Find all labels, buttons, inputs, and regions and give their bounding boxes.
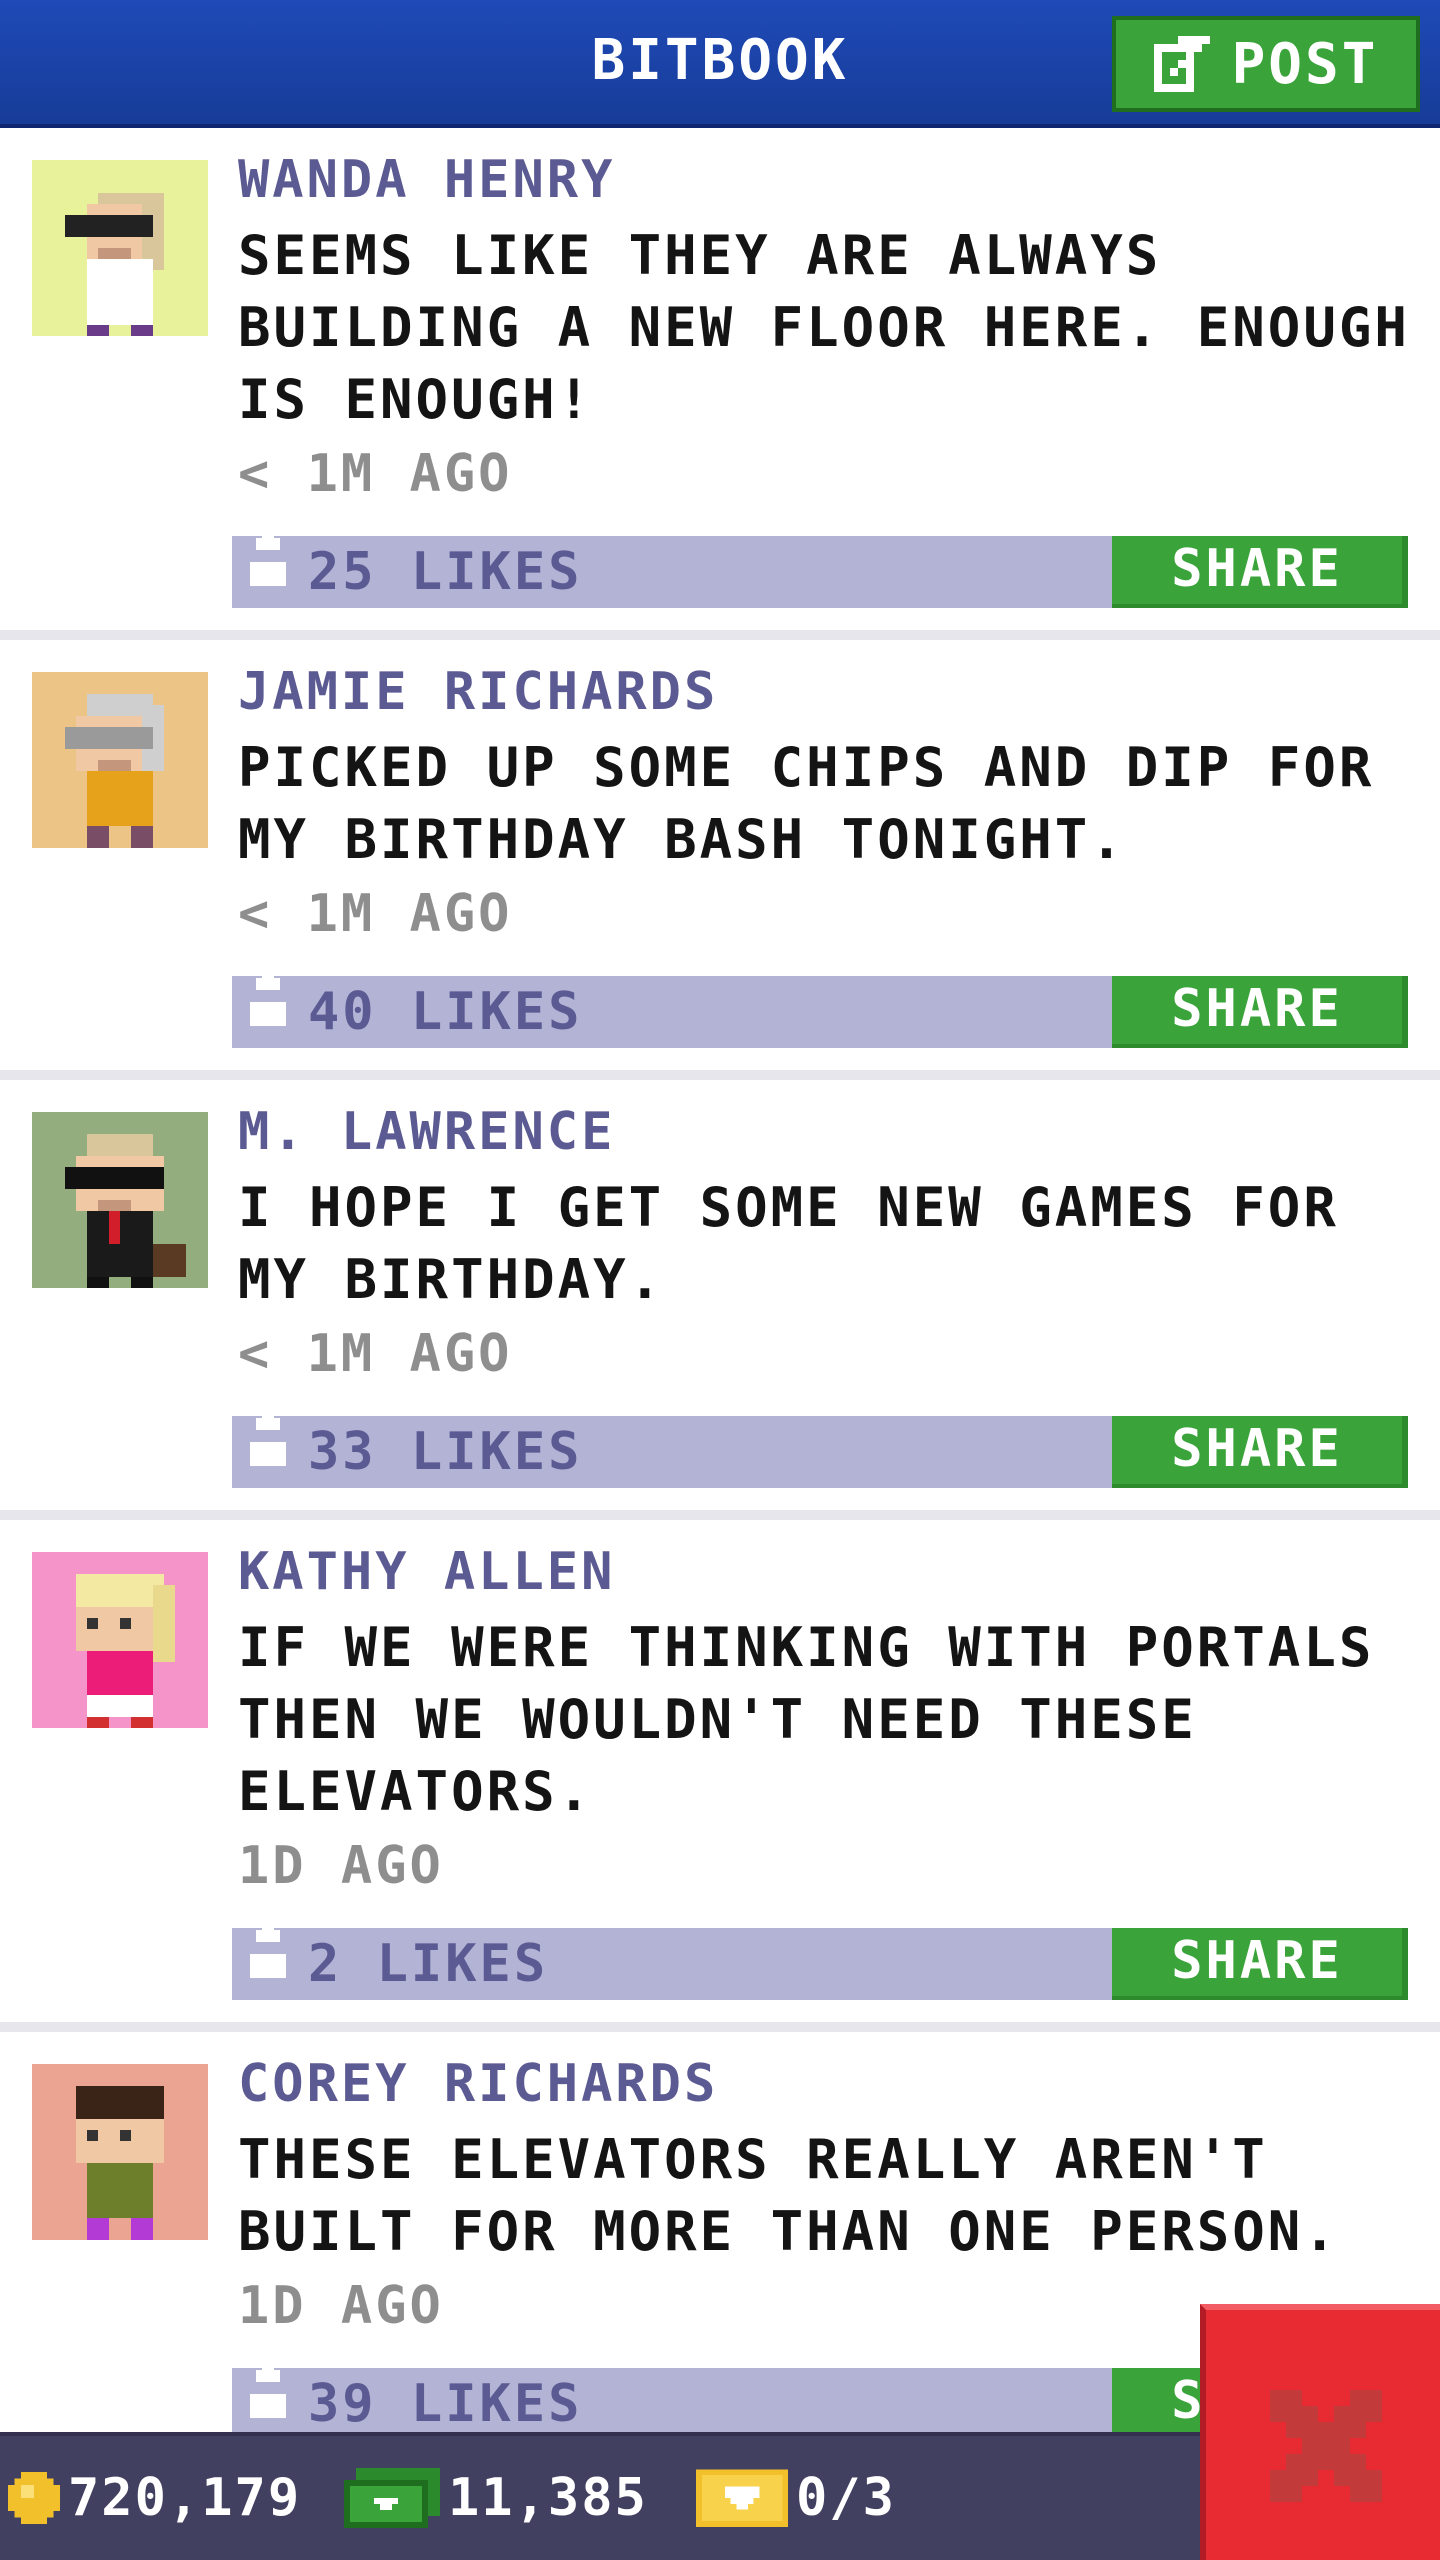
likes-count: 33 LIKES (308, 1422, 583, 1482)
likes-bar: 2 LIKES SHARE (232, 1918, 1408, 2000)
post-message: I HOPE I GET SOME NEW GAMES FOR MY BIRTH… (238, 1176, 1339, 1311)
share-button[interactable]: SHARE (1112, 536, 1408, 608)
post-message: PICKED UP SOME CHIPS AND DIP FOR MY BIRT… (238, 736, 1375, 871)
post-time: < 1M AGO (238, 1324, 513, 1384)
post-author[interactable]: KATHY ALLEN (238, 1542, 615, 1602)
close-icon (1270, 2390, 1382, 2502)
thumbs-up-icon[interactable] (250, 1404, 286, 1480)
coins-display: 720,179 (8, 2436, 301, 2560)
close-button[interactable] (1200, 2304, 1440, 2560)
post-author[interactable]: WANDA HENRY (238, 150, 615, 210)
feed-post: WANDA HENRY SEEMS LIKE THEY ARE ALWAYS B… (0, 128, 1440, 640)
bux-value: 11,385 (448, 2468, 648, 2528)
post-author[interactable]: M. LAWRENCE (238, 1102, 615, 1162)
avatar-businessman (32, 1112, 208, 1288)
avatar-dark-hair-man (32, 2064, 208, 2240)
thumbs-up-icon[interactable] (250, 524, 286, 600)
likes-count: 25 LIKES (308, 542, 583, 602)
feed-post: KATHY ALLEN IF WE WERE THINKING WITH POR… (0, 1520, 1440, 2032)
thumbs-up-icon[interactable] (250, 1916, 286, 1992)
post-author[interactable]: COREY RICHARDS (238, 2054, 718, 2114)
ticket-icon (696, 2469, 788, 2527)
post-message: THESE ELEVATORS REALLY AREN'T BUILT FOR … (238, 2128, 1339, 2263)
likes-count: 2 LIKES (308, 1934, 549, 1994)
bux-display: 11,385 (344, 2436, 648, 2560)
post-message: SEEMS LIKE THEY ARE ALWAYS BUILDING A NE… (238, 224, 1410, 431)
avatar (32, 1112, 208, 1288)
feed-post: M. LAWRENCE I HOPE I GET SOME NEW GAMES … (0, 1080, 1440, 1520)
avatar (32, 2064, 208, 2240)
avatar (32, 1552, 208, 1728)
tickets-display: 0/3 (696, 2436, 896, 2560)
post-time: 1D AGO (238, 1836, 444, 1896)
avatar-glasses-woman (32, 160, 208, 336)
avatar-grey-hair-man (32, 672, 208, 848)
thumbs-up-icon[interactable] (250, 964, 286, 1040)
post-button[interactable]: POST (1112, 16, 1420, 112)
post-author[interactable]: JAMIE RICHARDS (238, 662, 718, 722)
coins-value: 720,179 (68, 2468, 302, 2528)
post-time: 1D AGO (238, 2276, 444, 2336)
feed-post: JAMIE RICHARDS PICKED UP SOME CHIPS AND … (0, 640, 1440, 1080)
tickets-value: 0/3 (796, 2468, 896, 2528)
likes-bar: 33 LIKES SHARE (232, 1406, 1408, 1488)
likes-bar: 40 LIKES SHARE (232, 966, 1408, 1048)
likes-count: 39 LIKES (308, 2374, 583, 2434)
avatar-blonde-woman (32, 1552, 208, 1728)
share-button[interactable]: SHARE (1112, 976, 1408, 1048)
post-button-label: POST (1231, 31, 1379, 97)
likes-count: 40 LIKES (308, 982, 583, 1042)
coin-icon (8, 2472, 60, 2524)
avatar (32, 672, 208, 848)
post-time: < 1M AGO (238, 444, 513, 504)
avatar (32, 160, 208, 336)
share-button[interactable]: SHARE (1112, 1928, 1408, 2000)
compose-icon (1153, 36, 1210, 92)
share-button[interactable]: SHARE (1112, 1416, 1408, 1488)
app-header: BITBOOK POST (0, 0, 1440, 128)
thumbs-up-icon[interactable] (250, 2356, 286, 2432)
post-time: < 1M AGO (238, 884, 513, 944)
cash-icon (344, 2468, 440, 2528)
likes-bar: 25 LIKES SHARE (232, 526, 1408, 608)
post-message: IF WE WERE THINKING WITH PORTALS THEN WE… (238, 1616, 1375, 1823)
